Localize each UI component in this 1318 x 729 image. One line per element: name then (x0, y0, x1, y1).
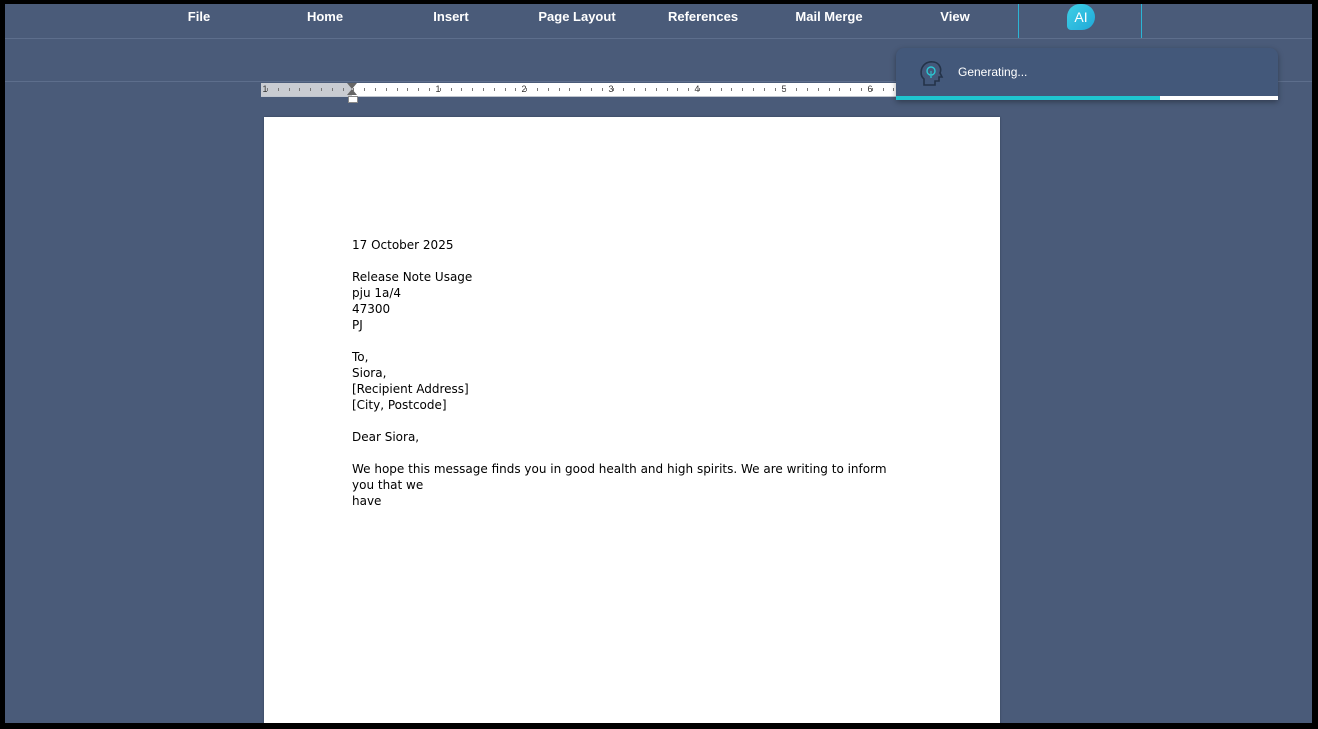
ruler-tick (548, 88, 549, 91)
ruler-tick (818, 88, 819, 91)
ruler-tick (829, 88, 830, 91)
blank-line[interactable] (352, 253, 912, 269)
document-line[interactable]: To, (352, 349, 912, 365)
document-line[interactable]: [Recipient Address] (352, 381, 912, 397)
horizontal-ruler[interactable]: 1 1 2 3 4 5 6 (261, 83, 901, 103)
ruler-tick (796, 88, 797, 91)
ruler-tick (602, 88, 603, 91)
ruler-tick (677, 88, 678, 91)
document-line[interactable]: 47300 (352, 301, 912, 317)
app-window: File Home Insert Page Layout References … (5, 4, 1312, 723)
menu-page-layout[interactable]: Page Layout (538, 4, 615, 38)
ruler-tick (321, 88, 322, 91)
ruler-tick (699, 88, 700, 91)
ruler-tick (785, 88, 786, 91)
ruler-tick (537, 88, 538, 91)
ruler-tick (472, 88, 473, 91)
ruler-tick (850, 88, 851, 91)
document-line[interactable]: 17 October 2025 (352, 237, 912, 253)
ruler-tick (267, 88, 268, 91)
ruler-tick (397, 88, 398, 91)
menu-insert[interactable]: Insert (433, 4, 468, 38)
ruler-tick (580, 88, 581, 91)
left-indent-marker[interactable] (348, 96, 358, 103)
ruler-tick (461, 88, 462, 91)
ruler-tick (807, 88, 808, 91)
document-line[interactable]: Siora, (352, 365, 912, 381)
ai-icon: AI (1067, 4, 1095, 30)
document-body[interactable]: 17 October 2025 Release Note Usage pju 1a/… (352, 237, 912, 509)
hanging-indent-marker[interactable] (347, 89, 357, 95)
ruler-tick (386, 88, 387, 91)
ruler-tick (688, 88, 689, 91)
ruler-tick (742, 88, 743, 91)
ruler-tick (731, 88, 732, 91)
menu-ai-tab[interactable]: AI (1018, 4, 1142, 38)
ruler-tick (310, 88, 311, 91)
ruler-tick (764, 88, 765, 91)
ruler-tick (775, 88, 776, 91)
menu-view[interactable]: View (940, 4, 969, 38)
menu-bar: File Home Insert Page Layout References … (5, 4, 1312, 39)
ruler-tick (299, 88, 300, 91)
ruler-left-margin (261, 83, 352, 96)
menu-references[interactable]: References (668, 4, 738, 38)
ruler-tick (375, 88, 376, 91)
ruler-tick (721, 88, 722, 91)
ruler-tick (861, 88, 862, 91)
ruler-tick (591, 88, 592, 91)
document-line[interactable]: [City, Postcode] (352, 397, 912, 413)
ruler-tick (645, 88, 646, 91)
document-line[interactable]: We hope this message finds you in good h… (352, 461, 912, 493)
ruler-tick (451, 88, 452, 91)
blank-line[interactable] (352, 445, 912, 461)
ruler-tick (872, 88, 873, 91)
ruler-tick (839, 88, 840, 91)
ruler-tick (710, 88, 711, 91)
menu-home[interactable]: Home (307, 4, 343, 38)
generating-status-text: Generating... (958, 65, 1028, 79)
ruler-tick (483, 88, 484, 91)
ruler-tick (364, 88, 365, 91)
ruler-tick (613, 88, 614, 91)
ruler-tick (526, 88, 527, 91)
document-line[interactable]: Dear Siora, (352, 429, 912, 445)
ruler-tick (515, 88, 516, 91)
menu-mail-merge[interactable]: Mail Merge (795, 4, 862, 38)
ruler-tick (623, 88, 624, 91)
document-line[interactable]: PJ (352, 317, 912, 333)
generation-progress-bar (896, 96, 1278, 100)
ruler-tick (656, 88, 657, 91)
ruler-tick (440, 88, 441, 91)
ruler-tick (494, 88, 495, 91)
blank-line[interactable] (352, 413, 912, 429)
ruler-tick (505, 88, 506, 91)
generating-notification: Generating... (896, 48, 1278, 100)
ruler-tick (893, 88, 894, 91)
menu-file[interactable]: File (188, 4, 210, 38)
ruler-tick (883, 88, 884, 91)
blank-line[interactable] (352, 333, 912, 349)
ruler-tick (634, 88, 635, 91)
ruler-tick (332, 88, 333, 91)
document-line[interactable]: pju 1a/4 (352, 285, 912, 301)
ruler-tick (407, 88, 408, 91)
document-page[interactable]: 17 October 2025 Release Note Usage pju 1a/… (264, 117, 1000, 723)
document-line[interactable]: have (352, 493, 912, 509)
ruler-tick (278, 88, 279, 91)
ruler-tick (343, 88, 344, 91)
lightbulb-head-icon (920, 61, 944, 86)
ruler-tick (559, 88, 560, 91)
ruler-tick (429, 88, 430, 91)
document-line[interactable]: Release Note Usage (352, 269, 912, 285)
ruler-tick (569, 88, 570, 91)
generation-progress-fill (896, 96, 1160, 100)
ruler-tick (418, 88, 419, 91)
ruler-tick (289, 88, 290, 91)
ruler-tick (667, 88, 668, 91)
ruler-tick (753, 88, 754, 91)
